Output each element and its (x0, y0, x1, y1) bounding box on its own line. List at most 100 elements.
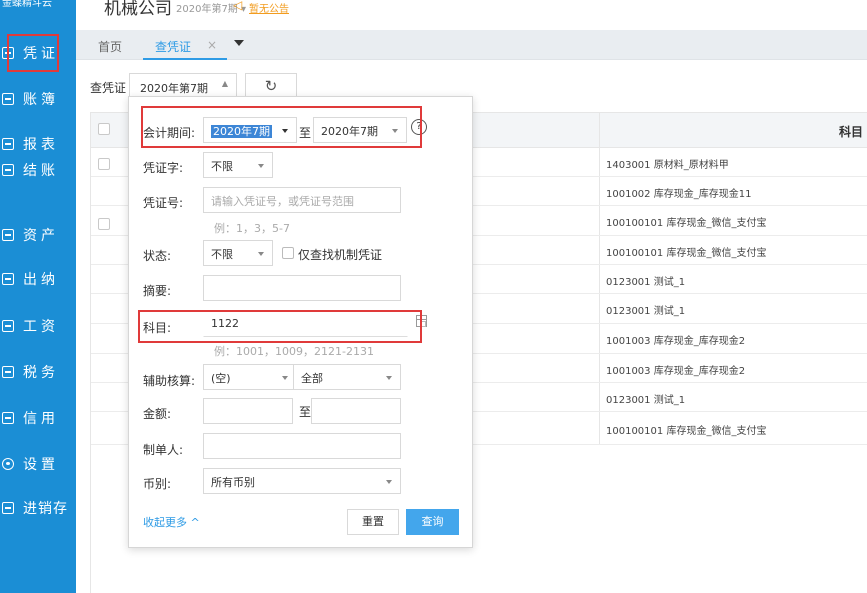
sidebar: 金蝶精斗云 凭证 账簿 报表 结账 资产 出纳 工资 税务 信用 设置 进销存 (0, 0, 76, 593)
machine-voucher-checkbox[interactable] (282, 247, 294, 259)
query-label: 查凭证 (90, 81, 127, 95)
close-account-icon (2, 164, 14, 176)
sidebar-item-label: 进销存 (23, 501, 68, 517)
chevron-down-icon (386, 376, 392, 380)
aux-value: 全部 (301, 372, 323, 385)
asset-icon (2, 229, 14, 241)
period-to-value: 2020年7期 (321, 125, 378, 138)
amount-to-label: 至 (299, 405, 312, 419)
notice-link[interactable]: 暂无公告 (249, 0, 289, 15)
amount-label: 金额: (143, 407, 172, 421)
reset-button[interactable]: 重置 (347, 509, 399, 535)
currency-select[interactable]: 所有币别 (203, 468, 401, 494)
aux-type-value: (空) (211, 372, 231, 385)
company-name: 机械公司 (104, 0, 172, 19)
period-to-select[interactable]: 2020年7期 (313, 117, 407, 143)
close-icon[interactable]: × (207, 38, 217, 52)
sidebar-item-label: 工资 (23, 319, 59, 335)
sidebar-item-closing[interactable]: 结账 (0, 151, 76, 189)
salary-icon (2, 320, 14, 332)
subject-cell: 0123001 测试_1 (606, 277, 686, 288)
sidebar-item-inventory[interactable]: 进销存 (0, 489, 76, 527)
chevron-down-icon (282, 376, 288, 380)
tab-bar: 首页 查凭证 × (76, 30, 867, 60)
speaker-icon: ◁ (233, 0, 243, 12)
gear-icon (2, 458, 14, 470)
subject-cell: 100100101 库存现金_微信_支付宝 (606, 218, 767, 229)
period-to-label: 至 (299, 126, 312, 140)
amount-to-input[interactable] (311, 398, 401, 424)
subject-cell: 100100101 库存现金_微信_支付宝 (606, 248, 767, 259)
voucher-word-value: 不限 (211, 160, 233, 173)
chevron-down-icon[interactable] (234, 40, 244, 46)
report-icon (2, 138, 14, 150)
top-bar: 机械公司 2020年第7期 ▾ ◁ 暂无公告 (76, 0, 867, 30)
chevron-down-icon (392, 129, 398, 133)
summary-input[interactable] (203, 275, 401, 301)
sidebar-item-asset[interactable]: 资产 (0, 216, 76, 254)
subject-cell: 1001002 库存现金_库存现金11 (606, 189, 752, 200)
cashier-icon (2, 273, 14, 285)
subject-cell: 100100101 库存现金_微信_支付宝 (606, 426, 767, 437)
currency-label: 币别: (143, 477, 172, 491)
chevron-down-icon (282, 129, 288, 133)
voucher-no-input[interactable]: 请输入凭证号，或凭证号范围 (203, 187, 401, 213)
period-from-select[interactable]: 2020年7期 (203, 117, 297, 143)
aux-value-select[interactable]: 全部 (293, 364, 401, 390)
status-select[interactable]: 不限 (203, 240, 273, 266)
chevron-down-icon (258, 252, 264, 256)
sidebar-item-label: 税务 (23, 365, 59, 381)
sidebar-item-voucher[interactable]: 凭证 (0, 34, 76, 72)
help-icon[interactable]: ? (411, 119, 427, 135)
voucher-word-label: 凭证字: (143, 161, 184, 175)
voucher-filter-panel: 会计期间: 2020年7期 至 2020年7期 ? 凭证字: 不限 凭证号: 请… (128, 96, 473, 548)
sidebar-item-tax[interactable]: 税务 (0, 353, 76, 391)
sidebar-item-ledger[interactable]: 账簿 (0, 80, 76, 118)
ledger-icon (2, 93, 14, 105)
content-left-border (90, 112, 91, 593)
sidebar-item-settings[interactable]: 设置 (0, 445, 76, 483)
maker-input[interactable] (203, 433, 401, 459)
sidebar-item-label: 信用 (23, 411, 59, 427)
calendar-icon[interactable] (416, 315, 427, 327)
collapse-more-link[interactable]: 收起更多 ^ (143, 514, 200, 530)
sidebar-item-label: 设置 (23, 457, 59, 473)
maker-label: 制单人: (143, 443, 184, 457)
inventory-icon (2, 502, 14, 514)
chevron-down-icon (258, 164, 264, 168)
sidebar-item-label: 凭证 (23, 46, 59, 62)
voucher-icon (2, 47, 14, 59)
currency-value: 所有币别 (211, 476, 255, 489)
amount-from-input[interactable] (203, 398, 293, 424)
sidebar-item-label: 结账 (23, 163, 59, 179)
subject-cell: 1001003 库存现金_库存现金2 (606, 336, 746, 347)
period-value: 2020年第7期 (140, 82, 208, 95)
aux-label: 辅助核算: (143, 374, 196, 388)
subject-cell: 1001003 库存现金_库存现金2 (606, 366, 746, 377)
credit-icon (2, 412, 14, 424)
voucher-no-hint: 例：1，3，5-7 (214, 222, 290, 235)
sidebar-item-credit[interactable]: 信用 (0, 399, 76, 437)
tab-home[interactable]: 首页 (98, 38, 122, 55)
chevron-down-icon (386, 480, 392, 484)
summary-label: 摘要: (143, 284, 172, 298)
column-header-subject: 科目 (838, 125, 863, 139)
select-all-checkbox[interactable] (98, 123, 110, 135)
subject-label: 科目: (143, 321, 172, 335)
voucher-no-label: 凭证号: (143, 196, 184, 210)
sidebar-item-salary[interactable]: 工资 (0, 307, 76, 345)
sidebar-item-cashier[interactable]: 出纳 (0, 260, 76, 298)
status-value: 不限 (211, 248, 233, 261)
query-button[interactable]: 查询 (406, 509, 459, 535)
subject-cell: 0123001 测试_1 (606, 306, 686, 317)
period-from-value: 2020年7期 (211, 125, 272, 138)
aux-type-select[interactable]: (空) (203, 364, 297, 390)
sidebar-item-label: 账簿 (23, 92, 59, 108)
tax-icon (2, 366, 14, 378)
status-label: 状态: (143, 249, 172, 263)
subject-input[interactable]: 1122 (203, 311, 408, 337)
chevron-up-icon: ▲ (221, 79, 228, 88)
voucher-word-select[interactable]: 不限 (203, 152, 273, 178)
refresh-icon: ↻ (264, 77, 278, 95)
sidebar-item-label: 出纳 (23, 272, 59, 288)
